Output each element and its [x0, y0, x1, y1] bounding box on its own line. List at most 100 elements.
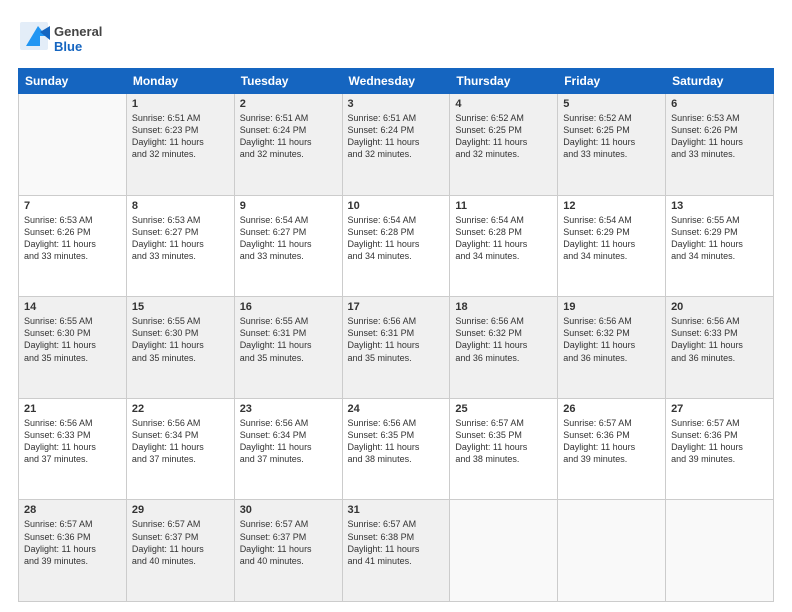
day-info: Sunrise: 6:53 AMSunset: 6:26 PMDaylight:… — [671, 112, 768, 161]
day-number: 25 — [455, 403, 552, 415]
day-info: Sunrise: 6:55 AMSunset: 6:31 PMDaylight:… — [240, 315, 337, 364]
calendar-table: SundayMondayTuesdayWednesdayThursdayFrid… — [18, 68, 774, 602]
day-cell: 14Sunrise: 6:55 AMSunset: 6:30 PMDayligh… — [19, 297, 127, 399]
day-cell: 7 Sunrise: 6:53 AMSunset: 6:26 PMDaylight… — [19, 195, 127, 297]
week-row-1: 1 Sunrise: 6:51 AMSunset: 6:23 PMDaylight… — [19, 94, 774, 196]
header-cell-sunday: Sunday — [19, 69, 127, 94]
header-cell-thursday: Thursday — [450, 69, 558, 94]
day-info: Sunrise: 6:51 AMSunset: 6:24 PMDaylight:… — [348, 112, 445, 161]
day-info: Sunrise: 6:56 AMSunset: 6:31 PMDaylight:… — [348, 315, 445, 364]
day-info: Sunrise: 6:52 AMSunset: 6:25 PMDaylight:… — [455, 112, 552, 161]
day-info: Sunrise: 6:56 AMSunset: 6:32 PMDaylight:… — [455, 315, 552, 364]
page: General Blue SundayMondayTuesdayWednesda… — [0, 0, 792, 612]
day-number: 21 — [24, 403, 121, 415]
day-info: Sunrise: 6:57 AMSunset: 6:37 PMDaylight:… — [240, 518, 337, 567]
week-row-4: 21 Sunrise: 6:56 AMSunset: 6:33 PMDayligh… — [19, 398, 774, 500]
day-number: 22 — [132, 403, 229, 415]
day-info: Sunrise: 6:56 AMSunset: 6:33 PMDaylight:… — [24, 417, 121, 466]
day-info: Sunrise: 6:54 AMSunset: 6:28 PMDaylight:… — [348, 214, 445, 263]
header-cell-saturday: Saturday — [666, 69, 774, 94]
day-number: 11 — [455, 200, 552, 212]
day-cell: 28 Sunrise: 6:57 AMSunset: 6:36 PMDayligh… — [19, 500, 127, 602]
day-number: 19 — [563, 301, 660, 313]
day-cell: 4 Sunrise: 6:52 AMSunset: 6:25 PMDaylight… — [450, 94, 558, 196]
day-cell: 15 Sunrise: 6:55 AMSunset: 6:30 PMDayligh… — [126, 297, 234, 399]
day-info: Sunrise: 6:52 AMSunset: 6:25 PMDaylight:… — [563, 112, 660, 161]
day-number: 24 — [348, 403, 445, 415]
svg-text:Blue: Blue — [54, 39, 82, 54]
day-number: 2 — [240, 98, 337, 110]
day-number: 28 — [24, 504, 121, 516]
day-info: Sunrise: 6:56 AMSunset: 6:33 PMDaylight:… — [671, 315, 768, 364]
day-info: Sunrise: 6:56 AMSunset: 6:34 PMDaylight:… — [132, 417, 229, 466]
day-info: Sunrise: 6:54 AMSunset: 6:28 PMDaylight:… — [455, 214, 552, 263]
header-cell-monday: Monday — [126, 69, 234, 94]
day-info: Sunrise: 6:56 AMSunset: 6:32 PMDaylight:… — [563, 315, 660, 364]
day-info: Sunrise: 6:57 AMSunset: 6:36 PMDaylight:… — [24, 518, 121, 567]
day-cell — [558, 500, 666, 602]
day-number: 7 — [24, 200, 121, 212]
day-info: Sunrise: 6:56 AMSunset: 6:35 PMDaylight:… — [348, 417, 445, 466]
day-info: Sunrise: 6:57 AMSunset: 6:37 PMDaylight:… — [132, 518, 229, 567]
day-number: 30 — [240, 504, 337, 516]
day-cell: 26Sunrise: 6:57 AMSunset: 6:36 PMDayligh… — [558, 398, 666, 500]
day-cell: 13 Sunrise: 6:55 AMSunset: 6:29 PMDayligh… — [666, 195, 774, 297]
day-info: Sunrise: 6:54 AMSunset: 6:27 PMDaylight:… — [240, 214, 337, 263]
header-cell-wednesday: Wednesday — [342, 69, 450, 94]
day-number: 1 — [132, 98, 229, 110]
day-cell: 17 Sunrise: 6:56 AMSunset: 6:31 PMDayligh… — [342, 297, 450, 399]
day-number: 31 — [348, 504, 445, 516]
day-cell: 27Sunrise: 6:57 AMSunset: 6:36 PMDayligh… — [666, 398, 774, 500]
day-cell — [666, 500, 774, 602]
day-info: Sunrise: 6:56 AMSunset: 6:34 PMDaylight:… — [240, 417, 337, 466]
day-number: 13 — [671, 200, 768, 212]
day-cell: 25 Sunrise: 6:57 AMSunset: 6:35 PMDayligh… — [450, 398, 558, 500]
day-number: 23 — [240, 403, 337, 415]
week-row-3: 14 Sunrise: 6:55 AMSunset: 6:30 PMDayligh… — [19, 297, 774, 399]
day-number: 29 — [132, 504, 229, 516]
day-info: Sunrise: 6:55 AMSunset: 6:29 PMDaylight:… — [671, 214, 768, 263]
day-number: 16 — [240, 301, 337, 313]
header-row: SundayMondayTuesdayWednesdayThursdayFrid… — [19, 69, 774, 94]
day-number: 4 — [455, 98, 552, 110]
header: General Blue — [18, 18, 774, 58]
day-cell: 9 Sunrise: 6:54 AMSunset: 6:27 PMDaylight… — [234, 195, 342, 297]
day-info: Sunrise: 6:53 AMSunset: 6:26 PMDaylight:… — [24, 214, 121, 263]
day-number: 6 — [671, 98, 768, 110]
day-number: 10 — [348, 200, 445, 212]
day-info: Sunrise: 6:55 AMSunset: 6:30 PMDaylight:… — [132, 315, 229, 364]
day-cell: 31 Sunrise: 6:57 AMSunset: 6:38 PMDayligh… — [342, 500, 450, 602]
day-cell: 11 Sunrise: 6:54 AMSunset: 6:28 PMDayligh… — [450, 195, 558, 297]
day-number: 5 — [563, 98, 660, 110]
logo-svg: General Blue — [18, 18, 118, 58]
day-info: Sunrise: 6:53 AMSunset: 6:27 PMDaylight:… — [132, 214, 229, 263]
day-info: Sunrise: 6:51 AMSunset: 6:23 PMDaylight:… — [132, 112, 229, 161]
logo: General Blue — [18, 18, 118, 58]
day-cell: 2Sunrise: 6:51 AMSunset: 6:24 PMDaylight… — [234, 94, 342, 196]
day-info: Sunrise: 6:57 AMSunset: 6:38 PMDaylight:… — [348, 518, 445, 567]
week-row-5: 28 Sunrise: 6:57 AMSunset: 6:36 PMDayligh… — [19, 500, 774, 602]
day-number: 9 — [240, 200, 337, 212]
day-cell — [19, 94, 127, 196]
day-number: 14 — [24, 301, 121, 313]
day-info: Sunrise: 6:57 AMSunset: 6:35 PMDaylight:… — [455, 417, 552, 466]
day-number: 8 — [132, 200, 229, 212]
day-cell: 21 Sunrise: 6:56 AMSunset: 6:33 PMDayligh… — [19, 398, 127, 500]
day-cell: 19 Sunrise: 6:56 AMSunset: 6:32 PMDayligh… — [558, 297, 666, 399]
day-number: 20 — [671, 301, 768, 313]
header-cell-friday: Friday — [558, 69, 666, 94]
day-cell: 23 Sunrise: 6:56 AMSunset: 6:34 PMDayligh… — [234, 398, 342, 500]
day-cell: 12 Sunrise: 6:54 AMSunset: 6:29 PMDayligh… — [558, 195, 666, 297]
day-cell: 20 Sunrise: 6:56 AMSunset: 6:33 PMDayligh… — [666, 297, 774, 399]
day-cell: 30 Sunrise: 6:57 AMSunset: 6:37 PMDayligh… — [234, 500, 342, 602]
day-cell: 29 Sunrise: 6:57 AMSunset: 6:37 PMDayligh… — [126, 500, 234, 602]
day-number: 12 — [563, 200, 660, 212]
day-number: 17 — [348, 301, 445, 313]
day-info: Sunrise: 6:57 AMSunset: 6:36 PMDaylight:… — [563, 417, 660, 466]
day-cell: 8 Sunrise: 6:53 AMSunset: 6:27 PMDaylight… — [126, 195, 234, 297]
header-cell-tuesday: Tuesday — [234, 69, 342, 94]
day-number: 3 — [348, 98, 445, 110]
day-info: Sunrise: 6:54 AMSunset: 6:29 PMDaylight:… — [563, 214, 660, 263]
day-cell: 10 Sunrise: 6:54 AMSunset: 6:28 PMDayligh… — [342, 195, 450, 297]
day-number: 15 — [132, 301, 229, 313]
